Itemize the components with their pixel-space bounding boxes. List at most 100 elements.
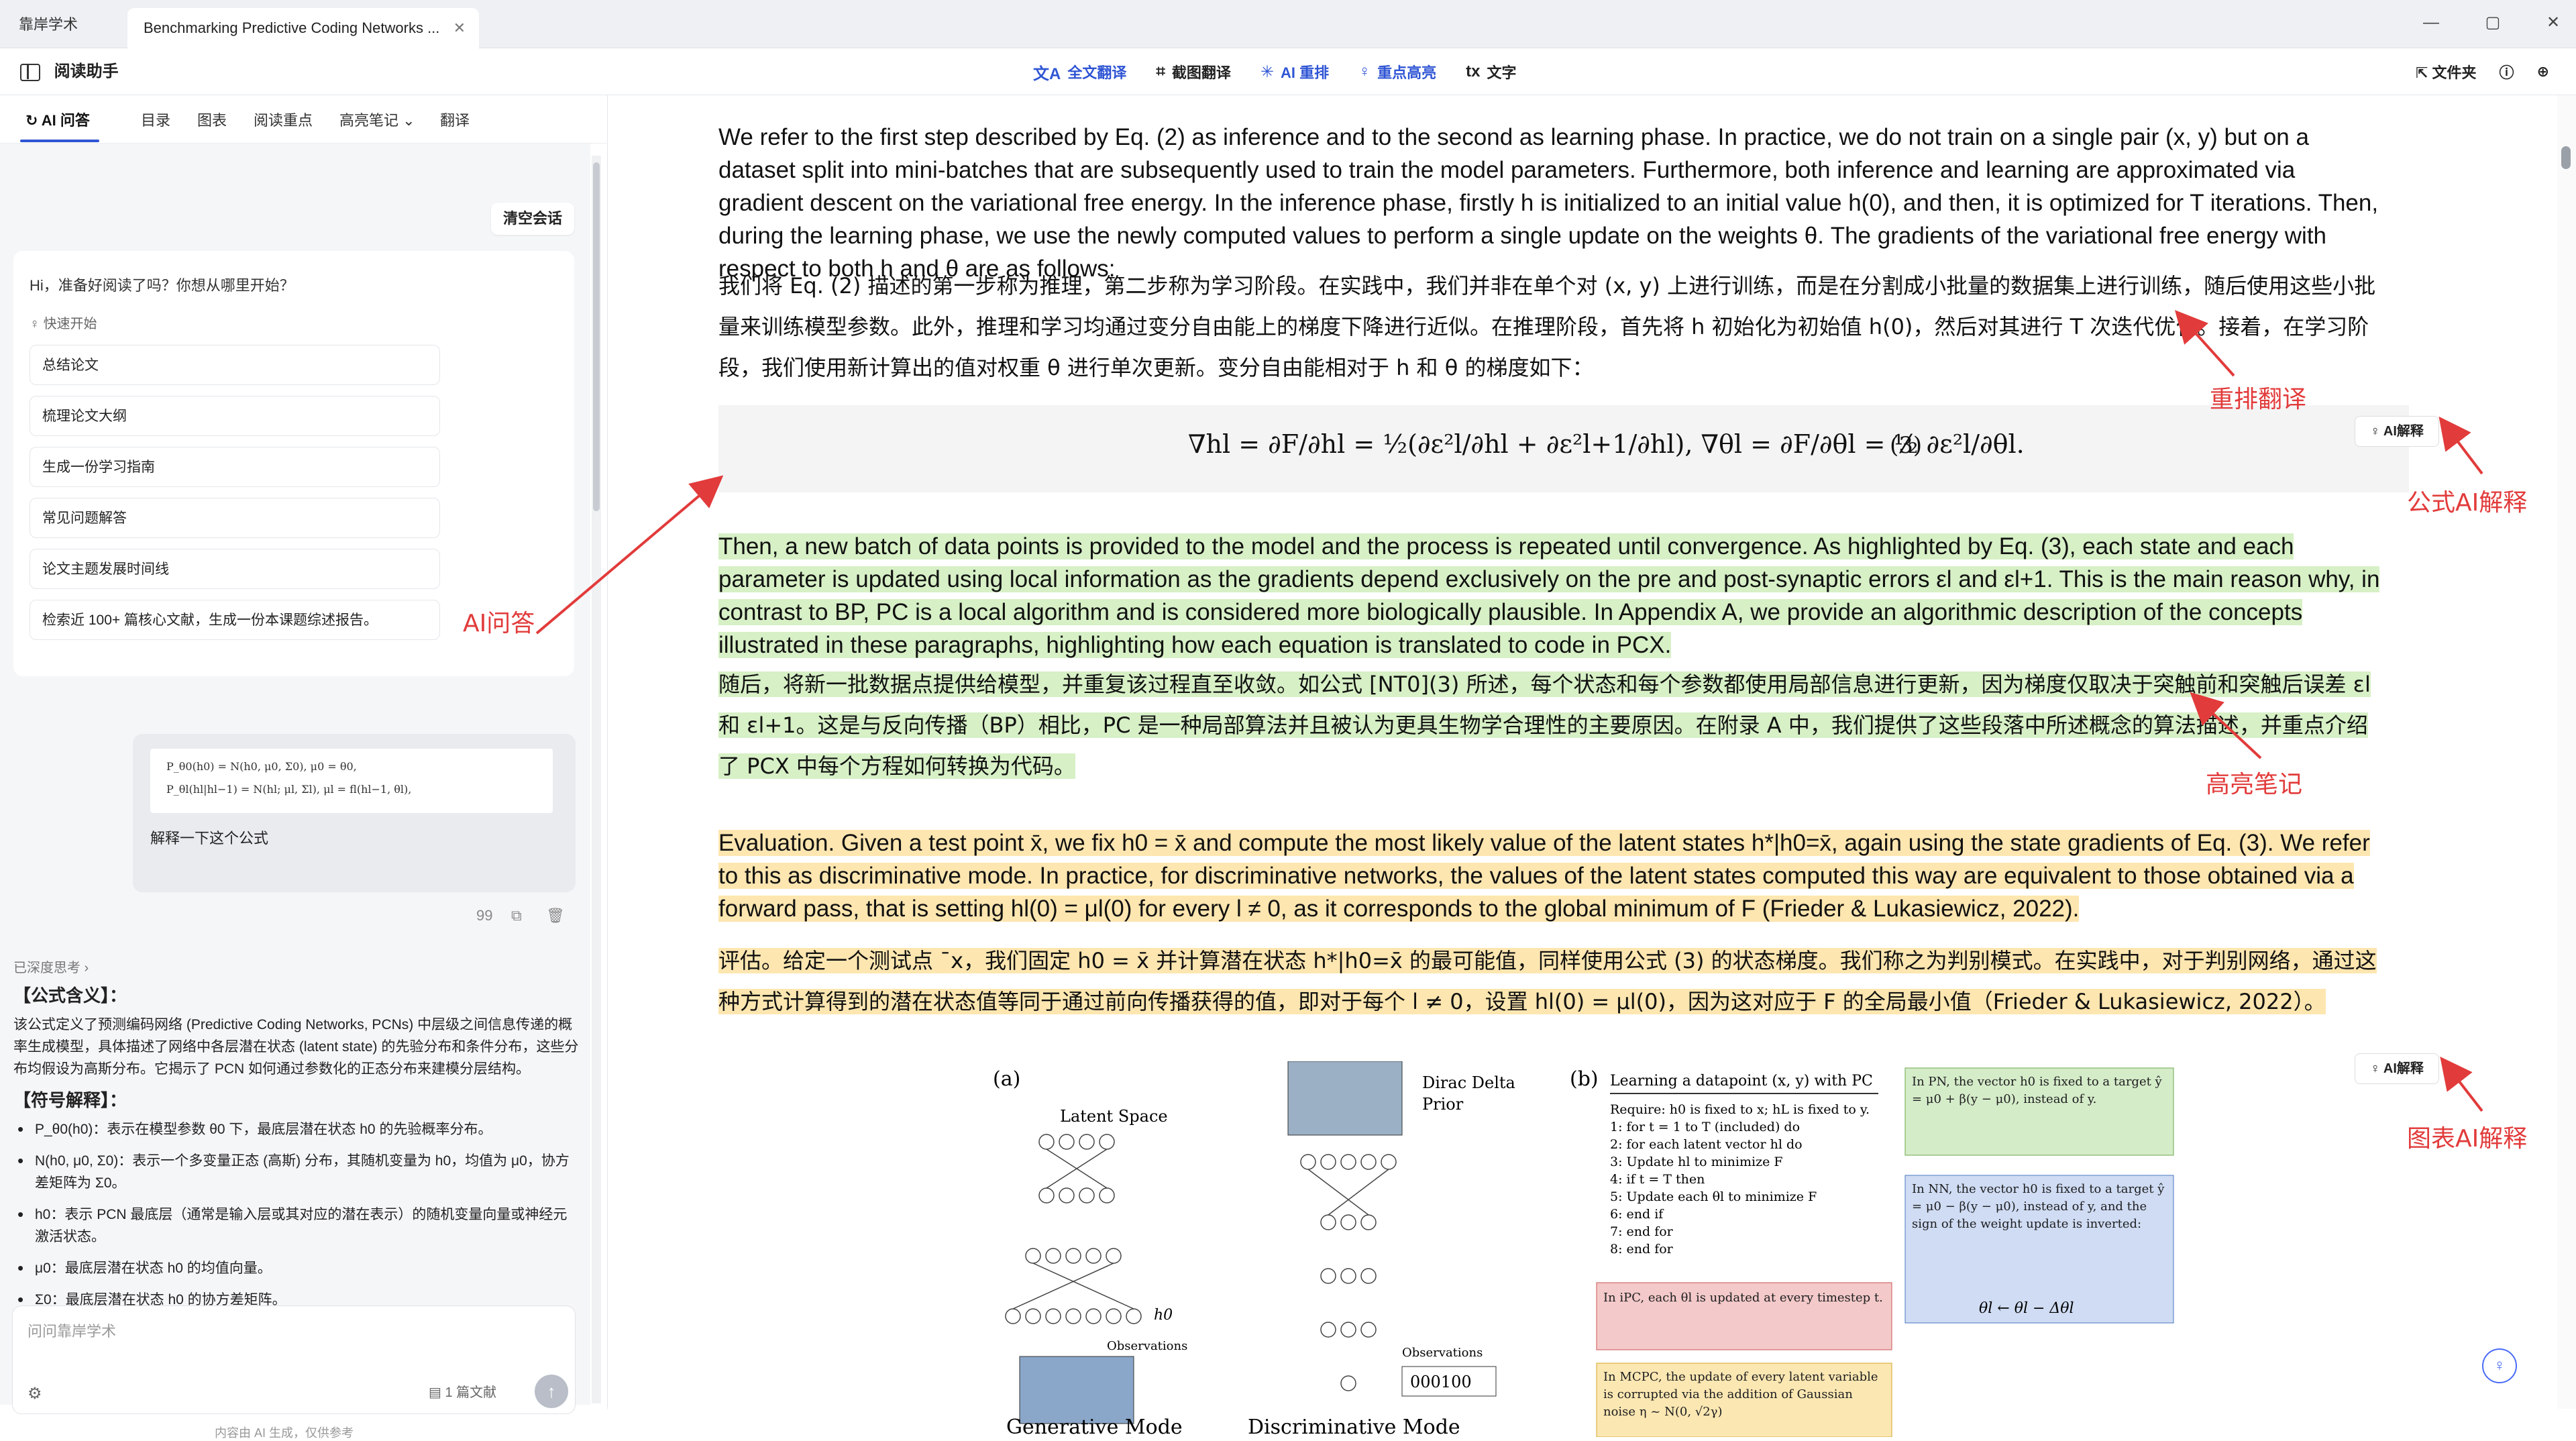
- key-highlight-label: 重点高亮: [1377, 64, 1437, 81]
- sidebar-scrollbar-thumb[interactable]: [593, 162, 600, 511]
- full-translate-label: 全文翻译: [1067, 64, 1127, 81]
- user-message: P_θ0(h0) = N(h0, μ0, Σ0), μ0 = θ0, P_θl(…: [133, 734, 576, 892]
- assistant-float-button[interactable]: ♀: [2482, 1348, 2517, 1383]
- translate-icon: 文A: [1033, 64, 1061, 83]
- screenshot-translate-button[interactable]: ⌗ 截图翻译: [1156, 61, 1231, 83]
- tab-key-points[interactable]: 阅读重点: [254, 109, 313, 130]
- document-scrollbar[interactable]: [2557, 95, 2576, 1409]
- figure-label-b: (b): [1570, 1067, 1599, 1091]
- info-icon[interactable]: ⓘ: [2500, 61, 2514, 83]
- full-translate-button[interactable]: 文A 全文翻译: [1033, 60, 1126, 84]
- quick-item-faq[interactable]: 常见问题解答: [30, 498, 440, 538]
- copy-icon[interactable]: ⧉: [511, 907, 522, 924]
- figure-ai-explain-button[interactable]: ♀ AI解释: [2355, 1053, 2439, 1084]
- quick-item-outline[interactable]: 梳理论文大纲: [30, 396, 440, 436]
- attached-docs-button[interactable]: ▤ 1 篇文献: [429, 1381, 496, 1401]
- pin-icon[interactable]: ⊕: [2537, 63, 2549, 81]
- reading-assistant-toggle[interactable]: 阅读助手: [20, 48, 119, 95]
- folder-label: 文件夹: [2432, 64, 2477, 81]
- figure-label-a: (a): [993, 1067, 1020, 1091]
- tab-highlight-notes[interactable]: 高亮笔记 ⌄: [339, 109, 415, 130]
- sidebar-tabs: ↻ AI 问答 目录 图表 阅读重点 高亮笔记 ⌄ 翻译: [0, 95, 608, 144]
- bulb-icon: ♀: [2493, 1356, 2506, 1375]
- annotation-rearrange: 重排翻译: [2210, 386, 2307, 413]
- quick-start-label: 快速开始: [43, 317, 97, 331]
- highlighted-translation[interactable]: 随后，将新一批数据点提供给模型，并重复该过程直至收敛。如公式 [NT0](3) …: [718, 672, 2371, 779]
- equation-number: (3): [1890, 432, 1923, 459]
- tab-toc[interactable]: 目录: [141, 109, 170, 130]
- delete-icon[interactable]: 🗑: [546, 907, 565, 924]
- paragraph-inference-translation: 我们将 Eq. (2) 描述的第一步称为推理，第二步称为学习阶段。在实践中，我们…: [718, 273, 2376, 380]
- ai-rearrange-button[interactable]: ✳ AI 重排: [1260, 61, 1329, 83]
- list-item: h0：表示 PCN 最底层（通常是输入层或其对应的潜在表示）的随机变量向量或神经…: [13, 1204, 581, 1248]
- document-scrollbar-thumb[interactable]: [2561, 146, 2571, 169]
- tab-translate[interactable]: 翻译: [440, 109, 470, 130]
- quick-item-summarize[interactable]: 总结论文: [30, 345, 440, 385]
- ai-disclaimer: 内容由 AI 生成，仅供参考: [215, 1426, 354, 1440]
- algo-line: Require: h0 is fixed to x; hL is fixed t…: [1610, 1102, 1870, 1117]
- highlighted-text[interactable]: Then, a new batch of data points is prov…: [718, 533, 2380, 658]
- quick-item-study-guide[interactable]: 生成一份学习指南: [30, 447, 440, 487]
- send-button[interactable]: ↑: [535, 1375, 568, 1408]
- sidebar-panel-icon: [20, 63, 40, 81]
- chat-input-box[interactable]: 问问靠岸学术 ⚙ ▤ 1 篇文献 ↑: [12, 1305, 576, 1414]
- chat-panel: 清空会话 Hi，准备好阅读了吗？你想从哪里开始？ ♀ 快速开始 总结论文 梳理论…: [0, 144, 590, 1440]
- screenshot-translate-label: 截图翻译: [1171, 64, 1231, 81]
- formula-ai-explain-button[interactable]: ♀ AI解释: [2355, 416, 2439, 447]
- nn-update-equation: θl ← θl − Δθl: [1979, 1300, 2074, 1317]
- observation-digits: 000100: [1410, 1373, 1472, 1391]
- document-tab-label: Benchmarking Predictive Coding Networks …: [144, 19, 440, 36]
- highlighted-evaluation[interactable]: Evaluation. Given a test point x̄, we fi…: [718, 830, 2370, 922]
- paragraph-evaluation-translation: 评估。给定一个测试点 ¯x，我们固定 h0 = x̄ 并计算潜在状态 h*|h0…: [718, 941, 2382, 1022]
- key-highlight-button[interactable]: ♀ 重点高亮: [1358, 61, 1436, 83]
- annotation-highlight-notes: 高亮笔记: [2206, 771, 2303, 798]
- list-item: P_θ0(h0)：表示在模型参数 θ0 下，最底层潜在状态 h0 的先验概率分布…: [13, 1118, 581, 1140]
- figure-ai-explain-label: AI解释: [2383, 1061, 2424, 1076]
- greeting-text: Hi，准备好阅读了吗？你想从哪里开始？: [30, 277, 294, 294]
- folder-button[interactable]: ⇱ 文件夹: [2416, 61, 2477, 83]
- formula-line-2: P_θl(hl|hl−1) = N(hl; μl, Σl), μl = fl(h…: [166, 783, 412, 796]
- folder-icon: ⇱: [2415, 64, 2428, 81]
- figure-2[interactable]: (a) Latent Space h0 Observations Generat…: [993, 1061, 2187, 1437]
- document-icon: ▤: [429, 1385, 445, 1400]
- paragraph-convergence: Then, a new batch of data points is prov…: [718, 530, 2382, 661]
- nn-text: In NN, the vector h0 is fixed to a targe…: [1912, 1182, 2165, 1231]
- algo-line: 7: end for: [1610, 1224, 1674, 1239]
- observations-label-a: Observations: [1107, 1339, 1187, 1353]
- settings-sliders-icon[interactable]: ⚙: [28, 1384, 42, 1403]
- app-tab[interactable]: 靠岸学术: [19, 12, 78, 38]
- deep-thinking-toggle[interactable]: 已深度思考 ›: [13, 957, 89, 976]
- close-tab-icon[interactable]: ✕: [453, 8, 466, 48]
- algo-line: 6: end if: [1610, 1207, 1664, 1222]
- chat-icon: ↻: [25, 112, 42, 129]
- formula-ai-explain-label: AI解释: [2383, 424, 2424, 439]
- text-button[interactable]: tx 文字: [1466, 61, 1516, 83]
- quick-item-timeline[interactable]: 论文主题发展时间线: [30, 549, 440, 589]
- list-item: μ0：最底层潜在状态 h0 的均值向量。: [13, 1257, 581, 1279]
- discriminative-network: [1300, 1154, 1397, 1391]
- answer-heading-symbols: 【符号解释】：: [13, 1090, 127, 1110]
- clear-session-button[interactable]: 清空会话: [491, 203, 574, 235]
- formula-line-1: P_θ0(h0) = N(h0, μ0, Σ0), μ0 = θ0,: [166, 760, 357, 773]
- dirac-label-line2: Prior: [1422, 1095, 1464, 1114]
- close-window-button[interactable]: ✕: [2533, 9, 2573, 36]
- document-tab[interactable]: Benchmarking Predictive Coding Networks …: [127, 8, 479, 48]
- latent-space-label: Latent Space: [1060, 1107, 1168, 1126]
- highlighted-evaluation-translation[interactable]: 评估。给定一个测试点 ¯x，我们固定 h0 = x̄ 并计算潜在状态 h*|h0…: [718, 948, 2377, 1014]
- observations-label-b: Observations: [1402, 1346, 1483, 1360]
- quote-icon[interactable]: 99: [476, 907, 492, 924]
- ipc-text: In iPC, each θl is updated at every time…: [1603, 1291, 1883, 1305]
- tab-ai-qa[interactable]: ↻ AI 问答: [25, 109, 90, 130]
- quick-item-literature-review[interactable]: 检索近 100+ 篇核心文献，生成一份本课题综述报告。: [30, 600, 440, 640]
- algo-line: 2: for each latent vector hl do: [1610, 1137, 1803, 1152]
- discriminative-mode-caption: Discriminative Mode: [1248, 1416, 1460, 1437]
- pn-text: In PN, the vector h0 is fixed to a targe…: [1912, 1075, 2162, 1106]
- tool-group: 文A 全文翻译 ⌗ 截图翻译 ✳ AI 重排 ♀ 重点高亮 tx 文字: [1033, 48, 1517, 95]
- chat-input[interactable]: 问问靠岸学术: [28, 1320, 116, 1341]
- minimize-button[interactable]: —: [2411, 9, 2451, 36]
- tab-ai-qa-label: AI 问答: [41, 112, 90, 129]
- document-view: We refer to the first step described by …: [608, 95, 2576, 1437]
- maximize-button[interactable]: ▢: [2473, 9, 2513, 36]
- tab-figures[interactable]: 图表: [197, 109, 227, 130]
- algo-line: 5: Update each θl to minimize F: [1610, 1189, 1817, 1204]
